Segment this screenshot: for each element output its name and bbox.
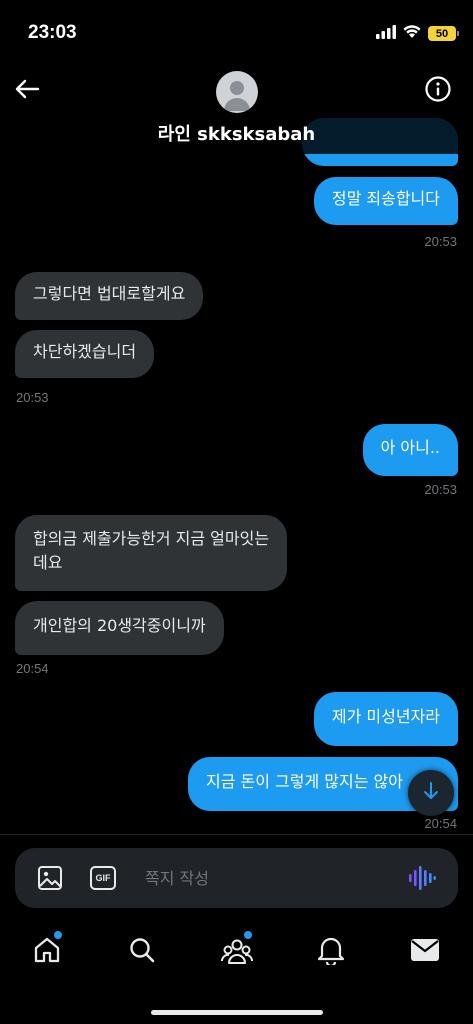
voice-message-icon[interactable] <box>408 865 436 891</box>
message-text-line: 데요 <box>33 553 63 572</box>
message-bubble[interactable]: 제가 미성년자라 <box>313 692 458 746</box>
tab-home[interactable] <box>29 931 65 970</box>
composer: GIF <box>15 848 458 908</box>
info-icon <box>424 75 452 107</box>
envelope-icon <box>410 937 440 967</box>
tab-messages[interactable] <box>407 934 443 970</box>
message-bubble[interactable]: 차단하겠습니더 <box>15 330 155 378</box>
avatar[interactable] <box>216 71 258 113</box>
message-timestamp: 20:53 <box>16 390 49 405</box>
scroll-to-bottom-button[interactable] <box>408 770 454 816</box>
communities-icon <box>220 935 254 969</box>
conversation-header: 라인 skksksabah <box>0 62 473 154</box>
message-timestamp: 20:54 <box>424 816 457 831</box>
message-input[interactable] <box>145 864 395 892</box>
composer-bar: GIF <box>0 834 473 920</box>
arrow-down-icon <box>422 781 440 805</box>
bell-icon <box>317 935 345 969</box>
message-bubble[interactable]: 그렇다면 법대로할게요 <box>15 272 204 320</box>
back-button[interactable] <box>12 76 42 106</box>
home-indicator <box>151 1010 323 1015</box>
notification-dot <box>244 931 252 939</box>
gif-button[interactable]: GIF <box>90 866 116 890</box>
message-timestamp: 20:53 <box>424 234 457 249</box>
search-icon <box>128 936 156 968</box>
tab-notifications[interactable] <box>313 934 349 970</box>
message-timestamp: 20:54 <box>16 661 49 676</box>
arrow-left-icon <box>14 78 40 104</box>
tab-bar <box>0 920 473 1024</box>
conversation-title[interactable]: 라인 skksksabah <box>0 120 473 146</box>
message-bubble[interactable]: 정말 죄송합니다 <box>313 177 458 225</box>
message-timestamp: 20:53 <box>424 482 457 497</box>
info-button[interactable] <box>423 76 453 106</box>
message-bubble[interactable]: 개인합의 20생각중이니까 <box>15 601 224 655</box>
notification-dot <box>54 931 62 939</box>
tab-communities[interactable] <box>219 931 255 970</box>
image-icon[interactable] <box>37 865 63 891</box>
home-icon <box>32 935 62 969</box>
message-text-line: 합의금 제출가능한거 지금 얼마잇는 <box>33 529 270 548</box>
message-bubble[interactable]: 아 아니.. <box>362 424 458 476</box>
message-bubble[interactable]: 합의금 제출가능한거 지금 얼마잇는 데요 <box>15 515 288 591</box>
tab-search[interactable] <box>124 934 160 970</box>
